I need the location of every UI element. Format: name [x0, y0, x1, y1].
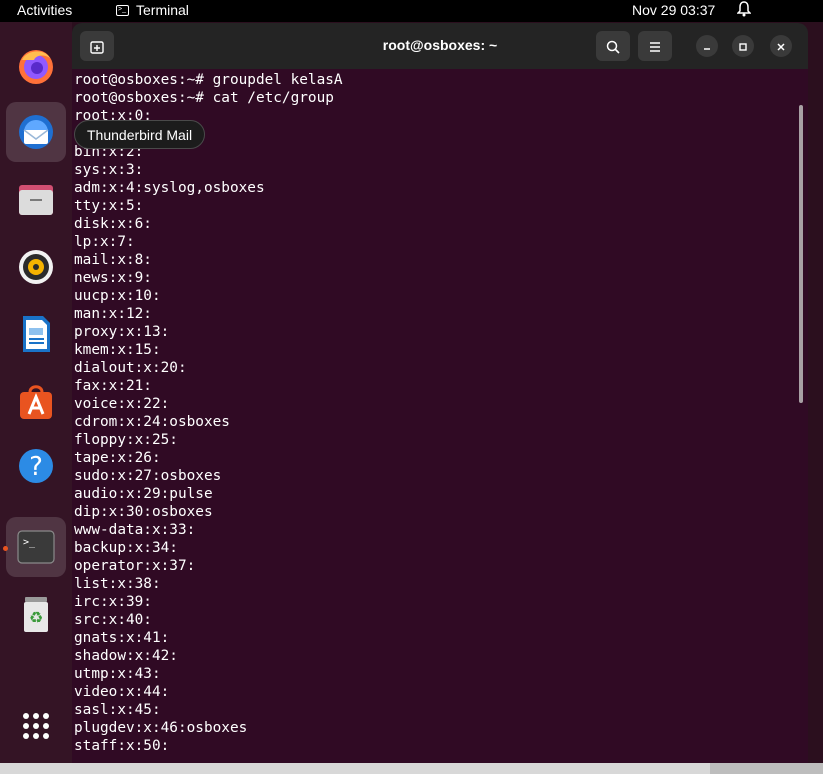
- activities-button[interactable]: Activities: [17, 2, 72, 18]
- terminal-line: backup:x:34:: [74, 540, 178, 556]
- terminal-line: floppy:x:25:: [74, 432, 178, 448]
- menu-button[interactable]: [638, 31, 672, 61]
- running-indicator: [3, 546, 8, 551]
- terminal-line: staff:x:50:: [74, 738, 170, 754]
- terminal-line: dip:x:30:osboxes: [74, 504, 213, 520]
- terminal-line: root@osboxes:~# cat /etc/group: [74, 90, 334, 106]
- terminal-output[interactable]: root@osboxes:~# groupdel kelasA root@osbo…: [74, 71, 794, 761]
- thunderbird-icon: [19, 115, 53, 149]
- minimize-button[interactable]: [696, 35, 718, 57]
- clock[interactable]: Nov 29 03:37: [632, 2, 715, 18]
- terminal-line: disk:x:6:: [74, 216, 152, 232]
- dock-firefox[interactable]: [6, 36, 66, 96]
- maximize-icon: [739, 43, 747, 51]
- terminal-line: cdrom:x:24:osboxes: [74, 414, 230, 430]
- writer-icon: [23, 316, 50, 352]
- terminal-line: dialout:x:20:: [74, 360, 187, 376]
- terminal-line: audio:x:29:pulse: [74, 486, 213, 502]
- files-icon: [19, 185, 53, 215]
- terminal-prompt-glyph: >_: [23, 537, 36, 548]
- hamburger-menu-icon: [650, 42, 660, 53]
- terminal-line: lp:x:7:: [74, 234, 135, 250]
- bottom-strip: [0, 763, 823, 774]
- app-menu-label: Terminal: [136, 2, 189, 18]
- terminal-line: uucp:x:10:: [74, 288, 161, 304]
- close-icon: [777, 43, 785, 51]
- terminal-line: fax:x:21:: [74, 378, 152, 394]
- terminal-app-icon: >_: [116, 4, 129, 16]
- dock-software[interactable]: [6, 371, 66, 431]
- terminal-line: sasl:x:45:: [74, 702, 161, 718]
- terminal-line: sudo:x:27:osboxes: [74, 468, 222, 484]
- terminal-line: mail:x:8:: [74, 252, 152, 268]
- terminal-line: gnats:x:41:: [74, 630, 170, 646]
- bottom-strip-segment: [710, 763, 823, 774]
- terminal-line: tty:x:5:: [74, 198, 144, 214]
- help-glyph: ?: [29, 452, 43, 482]
- app-menu-terminal[interactable]: >_ Terminal: [116, 2, 189, 18]
- terminal-line: man:x:12:: [74, 306, 152, 322]
- terminal-line: list:x:38:: [74, 576, 161, 592]
- terminal-line: sys:x:3:: [74, 162, 144, 178]
- maximize-button[interactable]: [732, 35, 754, 57]
- close-button[interactable]: [770, 35, 792, 57]
- app-grid-icon: [23, 713, 49, 739]
- dock-show-apps[interactable]: [6, 694, 66, 754]
- terminal-line: tape:x:26:: [74, 450, 161, 466]
- dock-files[interactable]: [6, 170, 66, 230]
- dock-help[interactable]: ?: [6, 436, 66, 496]
- terminal-line: voice:x:22:: [74, 396, 170, 412]
- dock: ? >_ ♻: [0, 22, 72, 774]
- minimize-icon: [704, 48, 710, 50]
- terminal-line: utmp:x:43:: [74, 666, 161, 682]
- dock-writer[interactable]: [6, 304, 66, 364]
- terminal-line: news:x:9:: [74, 270, 152, 286]
- terminal-line: video:x:44:: [74, 684, 170, 700]
- terminal-line: operator:x:37:: [74, 558, 196, 574]
- terminal-line: irc:x:39:: [74, 594, 152, 610]
- dock-terminal[interactable]: >_: [6, 517, 66, 577]
- terminal-line: shadow:x:42:: [74, 648, 178, 664]
- dock-rhythmbox[interactable]: [6, 237, 66, 297]
- terminal-icon: >_: [17, 530, 55, 564]
- recycle-glyph: ♻: [29, 608, 43, 627]
- terminal-line: adm:x:4:syslog,osboxes: [74, 180, 265, 196]
- search-icon: [606, 41, 620, 54]
- search-button[interactable]: [596, 31, 630, 61]
- dock-trash[interactable]: ♻: [6, 584, 66, 644]
- terminal-line: src:x:40:: [74, 612, 152, 628]
- window-headerbar[interactable]: root@osboxes: ~: [72, 23, 808, 69]
- terminal-line: plugdev:x:46:osboxes: [74, 720, 248, 736]
- software-icon: [20, 385, 52, 419]
- terminal-line: kmem:x:15:: [74, 342, 161, 358]
- firefox-icon: [19, 50, 53, 84]
- trash-icon: ♻: [24, 597, 48, 632]
- terminal-line: root@osboxes:~# groupdel kelasA: [74, 72, 343, 88]
- rhythmbox-icon: [19, 250, 53, 284]
- terminal-line: www-data:x:33:: [74, 522, 196, 538]
- bell-icon[interactable]: [736, 1, 752, 20]
- terminal-line: proxy:x:13:: [74, 324, 170, 340]
- help-icon: ?: [19, 449, 53, 483]
- dock-tooltip: Thunderbird Mail: [74, 120, 206, 149]
- scrollbar-thumb[interactable]: [799, 105, 803, 403]
- dock-thunderbird[interactable]: [6, 102, 66, 162]
- top-bar: Activities >_ Terminal Nov 29 03:37: [0, 0, 823, 22]
